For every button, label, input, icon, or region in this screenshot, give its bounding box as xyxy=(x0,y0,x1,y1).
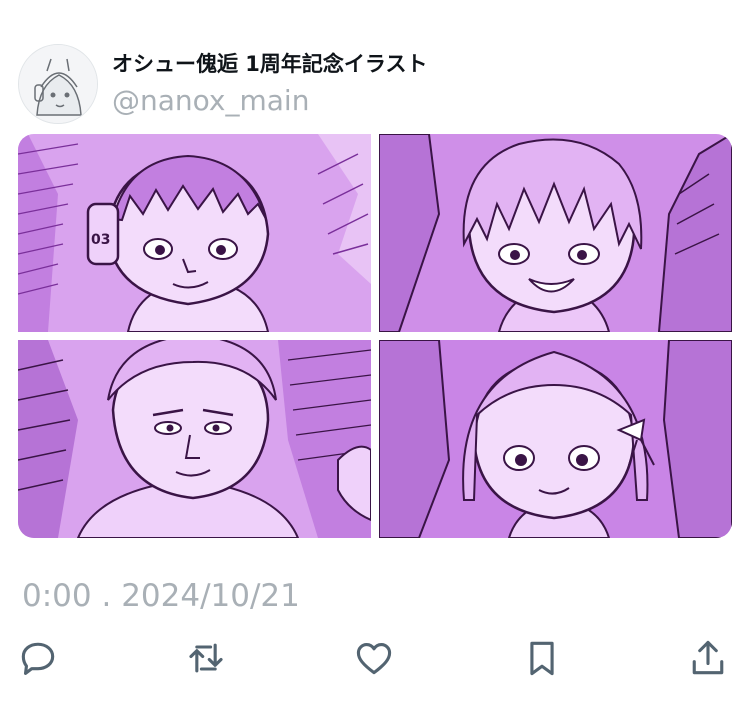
user-handle[interactable]: @nanox_main xyxy=(112,84,309,117)
like-button[interactable] xyxy=(352,636,400,684)
tweet-time: 0:00 xyxy=(22,578,92,614)
retweet-button[interactable] xyxy=(184,636,232,684)
illustration-image: 03 xyxy=(18,134,371,332)
bookmark-icon xyxy=(530,641,554,676)
share-upload-icon xyxy=(692,640,724,675)
tweet-timestamp[interactable]: 0:00 . 2024/10/21 xyxy=(22,578,300,614)
illustration-image xyxy=(379,340,732,538)
repost-arrows-icon xyxy=(189,643,223,673)
media-tile-3[interactable] xyxy=(18,340,371,538)
speech-bubble-icon xyxy=(21,642,55,675)
tweet-date: 2024/10/21 xyxy=(121,578,300,614)
bookmark-button[interactable] xyxy=(520,636,568,684)
display-name[interactable]: オシュー傀逅 1周年記念イラスト xyxy=(112,48,428,78)
media-tile-1[interactable]: 03 xyxy=(18,134,371,332)
avatar[interactable] xyxy=(18,44,98,124)
action-bar xyxy=(0,636,749,686)
illustration-image xyxy=(379,134,732,332)
timestamp-separator: . xyxy=(101,578,112,614)
illustration-image xyxy=(18,340,371,538)
media-grid: 03 xyxy=(18,134,732,538)
media-tile-4[interactable] xyxy=(379,340,732,538)
svg-text:03: 03 xyxy=(91,232,110,248)
reply-button[interactable] xyxy=(16,636,64,684)
share-button[interactable] xyxy=(686,636,734,684)
media-tile-2[interactable] xyxy=(379,134,732,332)
avatar-illustration xyxy=(19,45,97,123)
heart-icon xyxy=(356,643,392,675)
